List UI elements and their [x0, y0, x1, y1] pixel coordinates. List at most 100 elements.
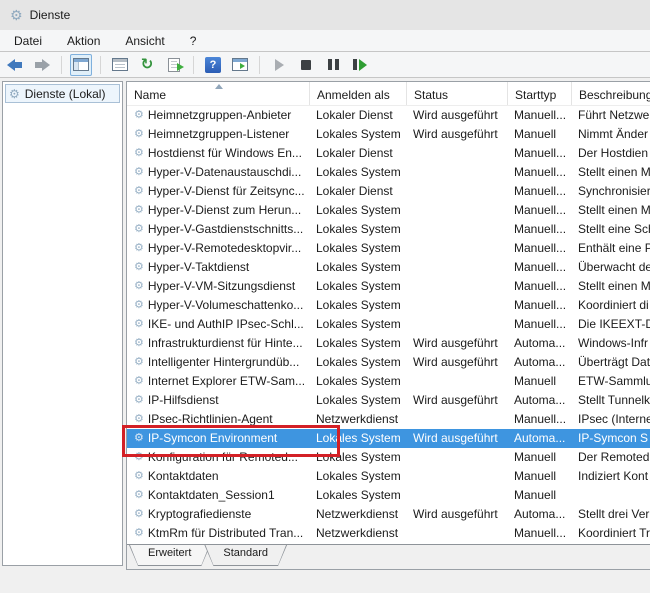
back-button[interactable]	[4, 54, 26, 76]
table-row[interactable]: ⚙Hyper-V-Volumeschattenko...Lokales Syst…	[127, 296, 650, 315]
service-name-cell: ⚙Internet Explorer ETW-Sam...	[127, 372, 310, 391]
table-row[interactable]: ⚙Internet Explorer ETW-Sam...Lokales Sys…	[127, 372, 650, 391]
tree-item-dienste-lokal[interactable]: ⚙ Dienste (Lokal)	[5, 84, 120, 103]
service-starttype: Manuell...	[508, 296, 572, 315]
service-starttype: Manuell...	[508, 277, 572, 296]
column-header-beschreibung[interactable]: Beschreibung	[572, 82, 650, 105]
service-logon: Lokales System	[310, 429, 407, 448]
column-header-anmelden-als[interactable]: Anmelden als	[310, 82, 407, 105]
service-description	[572, 486, 650, 505]
help-button[interactable]: ?	[202, 54, 224, 76]
show-console-tree-button[interactable]	[70, 54, 92, 76]
table-row[interactable]: ⚙IPsec-Richtlinien-AgentNetzwerkdienstMa…	[127, 410, 650, 429]
service-name-cell: ⚙IPsec-Richtlinien-Agent	[127, 410, 310, 429]
service-status: Wird ausgeführt	[407, 106, 508, 125]
service-description: IP-Symcon S	[572, 429, 650, 448]
properties-button[interactable]	[109, 54, 131, 76]
service-name-cell: ⚙Infrastrukturdienst für Hinte...	[127, 334, 310, 353]
service-starttype: Manuell...	[508, 106, 572, 125]
service-name-cell: ⚙Kontaktdaten	[127, 467, 310, 486]
service-starttype: Automa...	[508, 429, 572, 448]
service-status: Wird ausgeführt	[407, 391, 508, 410]
service-starttype: Manuell...	[508, 144, 572, 163]
table-row[interactable]: ⚙Hyper-V-Datenaustauschdi...Lokales Syst…	[127, 163, 650, 182]
service-name-cell: ⚙Kryptografiedienste	[127, 505, 310, 524]
table-row[interactable]: ⚙Hyper-V-Dienst für Zeitsync...Lokaler D…	[127, 182, 650, 201]
table-row[interactable]: ⚙Hyper-V-TaktdienstLokales SystemManuell…	[127, 258, 650, 277]
show-description-button[interactable]	[229, 54, 251, 76]
service-description: Die IKEEXT-Di	[572, 315, 650, 334]
menu-help[interactable]: ?	[190, 34, 197, 48]
refresh-button[interactable]: ↻	[136, 54, 158, 76]
service-logon: Lokales System	[310, 125, 407, 144]
service-name-cell: ⚙ Hyper-V-VM-Sitzungsdienst	[127, 277, 310, 296]
list-header: Name Anmelden als Status Starttyp Beschr…	[127, 82, 650, 106]
service-description: Enthält eine P	[572, 239, 650, 258]
table-row[interactable]: ⚙IKE- und AuthIP IPsec-Schl...Lokales Sy…	[127, 315, 650, 334]
service-gear-icon: ⚙	[134, 224, 144, 235]
service-description: Stellt einen M	[572, 277, 650, 296]
forward-button[interactable]	[31, 54, 53, 76]
pause-icon	[328, 59, 339, 70]
service-description: Stellt drei Ver	[572, 505, 650, 524]
table-row[interactable]: ⚙Konfiguration für Remoted...Lokales Sys…	[127, 448, 650, 467]
table-row[interactable]: ⚙Hyper-V-Remotedesktopvir...Lokales Syst…	[127, 239, 650, 258]
table-row[interactable]: ⚙Heimnetzgruppen-ListenerLokales SystemW…	[127, 125, 650, 144]
service-name: Hyper-V-Gastdienstschnitts...	[148, 220, 303, 239]
column-header-status[interactable]: Status	[407, 82, 508, 105]
stop-service-button[interactable]	[295, 54, 317, 76]
pause-service-button[interactable]	[322, 54, 344, 76]
service-description: Überträgt Dat	[572, 353, 650, 372]
table-row[interactable]: ⚙KtmRm für Distributed Tran...Netzwerkdi…	[127, 524, 650, 543]
table-row[interactable]: ⚙Kontaktdaten_Session1Lokales SystemManu…	[127, 486, 650, 505]
table-row[interactable]: ⚙IP-HilfsdienstLokales SystemWird ausgef…	[127, 391, 650, 410]
service-starttype: Manuell...	[508, 239, 572, 258]
service-name: Hyper-V-Dienst zum Herun...	[148, 201, 301, 220]
export-list-button[interactable]	[163, 54, 185, 76]
service-description: Überwacht de	[572, 258, 650, 277]
service-name: Hostdienst für Windows En...	[148, 144, 302, 163]
service-gear-icon: ⚙	[134, 319, 144, 330]
service-name: IP-Hilfsdienst	[148, 391, 219, 410]
service-name-cell: ⚙Hyper-V-Volumeschattenko...	[127, 296, 310, 315]
service-gear-icon: ⚙	[134, 433, 144, 444]
service-name-cell: ⚙ IP-Symcon Environment	[127, 429, 310, 448]
restart-service-button[interactable]	[349, 54, 371, 76]
table-row[interactable]: ⚙Hyper-V-Dienst zum Herun...Lokales Syst…	[127, 201, 650, 220]
table-row[interactable]: ⚙KryptografiediensteNetzwerkdienstWird a…	[127, 505, 650, 524]
service-status	[407, 524, 508, 543]
console-tree-icon	[73, 58, 89, 71]
table-row[interactable]: ⚙Infrastrukturdienst für Hinte...Lokales…	[127, 334, 650, 353]
column-header-starttyp[interactable]: Starttyp	[508, 82, 572, 105]
service-name-cell: ⚙Hyper-V-Taktdienst	[127, 258, 310, 277]
service-status	[407, 372, 508, 391]
menu-datei[interactable]: Datei	[14, 34, 42, 48]
table-row[interactable]: ⚙Intelligenter Hintergrundüb...Lokales S…	[127, 353, 650, 372]
tab-standard[interactable]: Standard	[204, 545, 287, 566]
status-bar	[0, 570, 650, 593]
table-row[interactable]: ⚙Hyper-V-Gastdienstschnitts...Lokales Sy…	[127, 220, 650, 239]
table-row[interactable]: ⚙Hyper-V-VM-SitzungsdienstLokales System…	[127, 277, 650, 296]
table-row[interactable]: ⚙Hostdienst für Windows En...Lokaler Die…	[127, 144, 650, 163]
start-service-button[interactable]	[268, 54, 290, 76]
tab-erweitert[interactable]: Erweitert	[129, 545, 210, 566]
service-gear-icon: ⚙	[134, 281, 144, 292]
table-row[interactable]: ⚙Heimnetzgruppen-AnbieterLokaler DienstW…	[127, 106, 650, 125]
service-rows: ⚙Heimnetzgruppen-AnbieterLokaler DienstW…	[127, 106, 650, 544]
toolbar-separator	[100, 56, 101, 74]
services-gear-icon: ⚙	[9, 88, 20, 100]
service-gear-icon: ⚙	[134, 357, 144, 368]
service-name: Hyper-V-VM-Sitzungsdienst	[148, 277, 295, 296]
properties-icon	[112, 58, 128, 71]
menu-ansicht[interactable]: Ansicht	[125, 34, 164, 48]
service-name: Konfiguration für Remoted...	[148, 448, 298, 467]
menu-aktion[interactable]: Aktion	[67, 34, 100, 48]
service-starttype: Manuell...	[508, 182, 572, 201]
table-row[interactable]: ⚙KontaktdatenLokales SystemManuellIndizi…	[127, 467, 650, 486]
service-status	[407, 448, 508, 467]
tab-standard-label: Standard	[205, 545, 286, 565]
service-name: Hyper-V-Taktdienst	[148, 258, 249, 277]
service-name: IP-Symcon Environment	[148, 429, 277, 448]
table-row[interactable]: ⚙IP-Symcon EnvironmentLokales SystemWird…	[127, 429, 650, 448]
service-name-cell: ⚙Konfiguration für Remoted...	[127, 448, 310, 467]
